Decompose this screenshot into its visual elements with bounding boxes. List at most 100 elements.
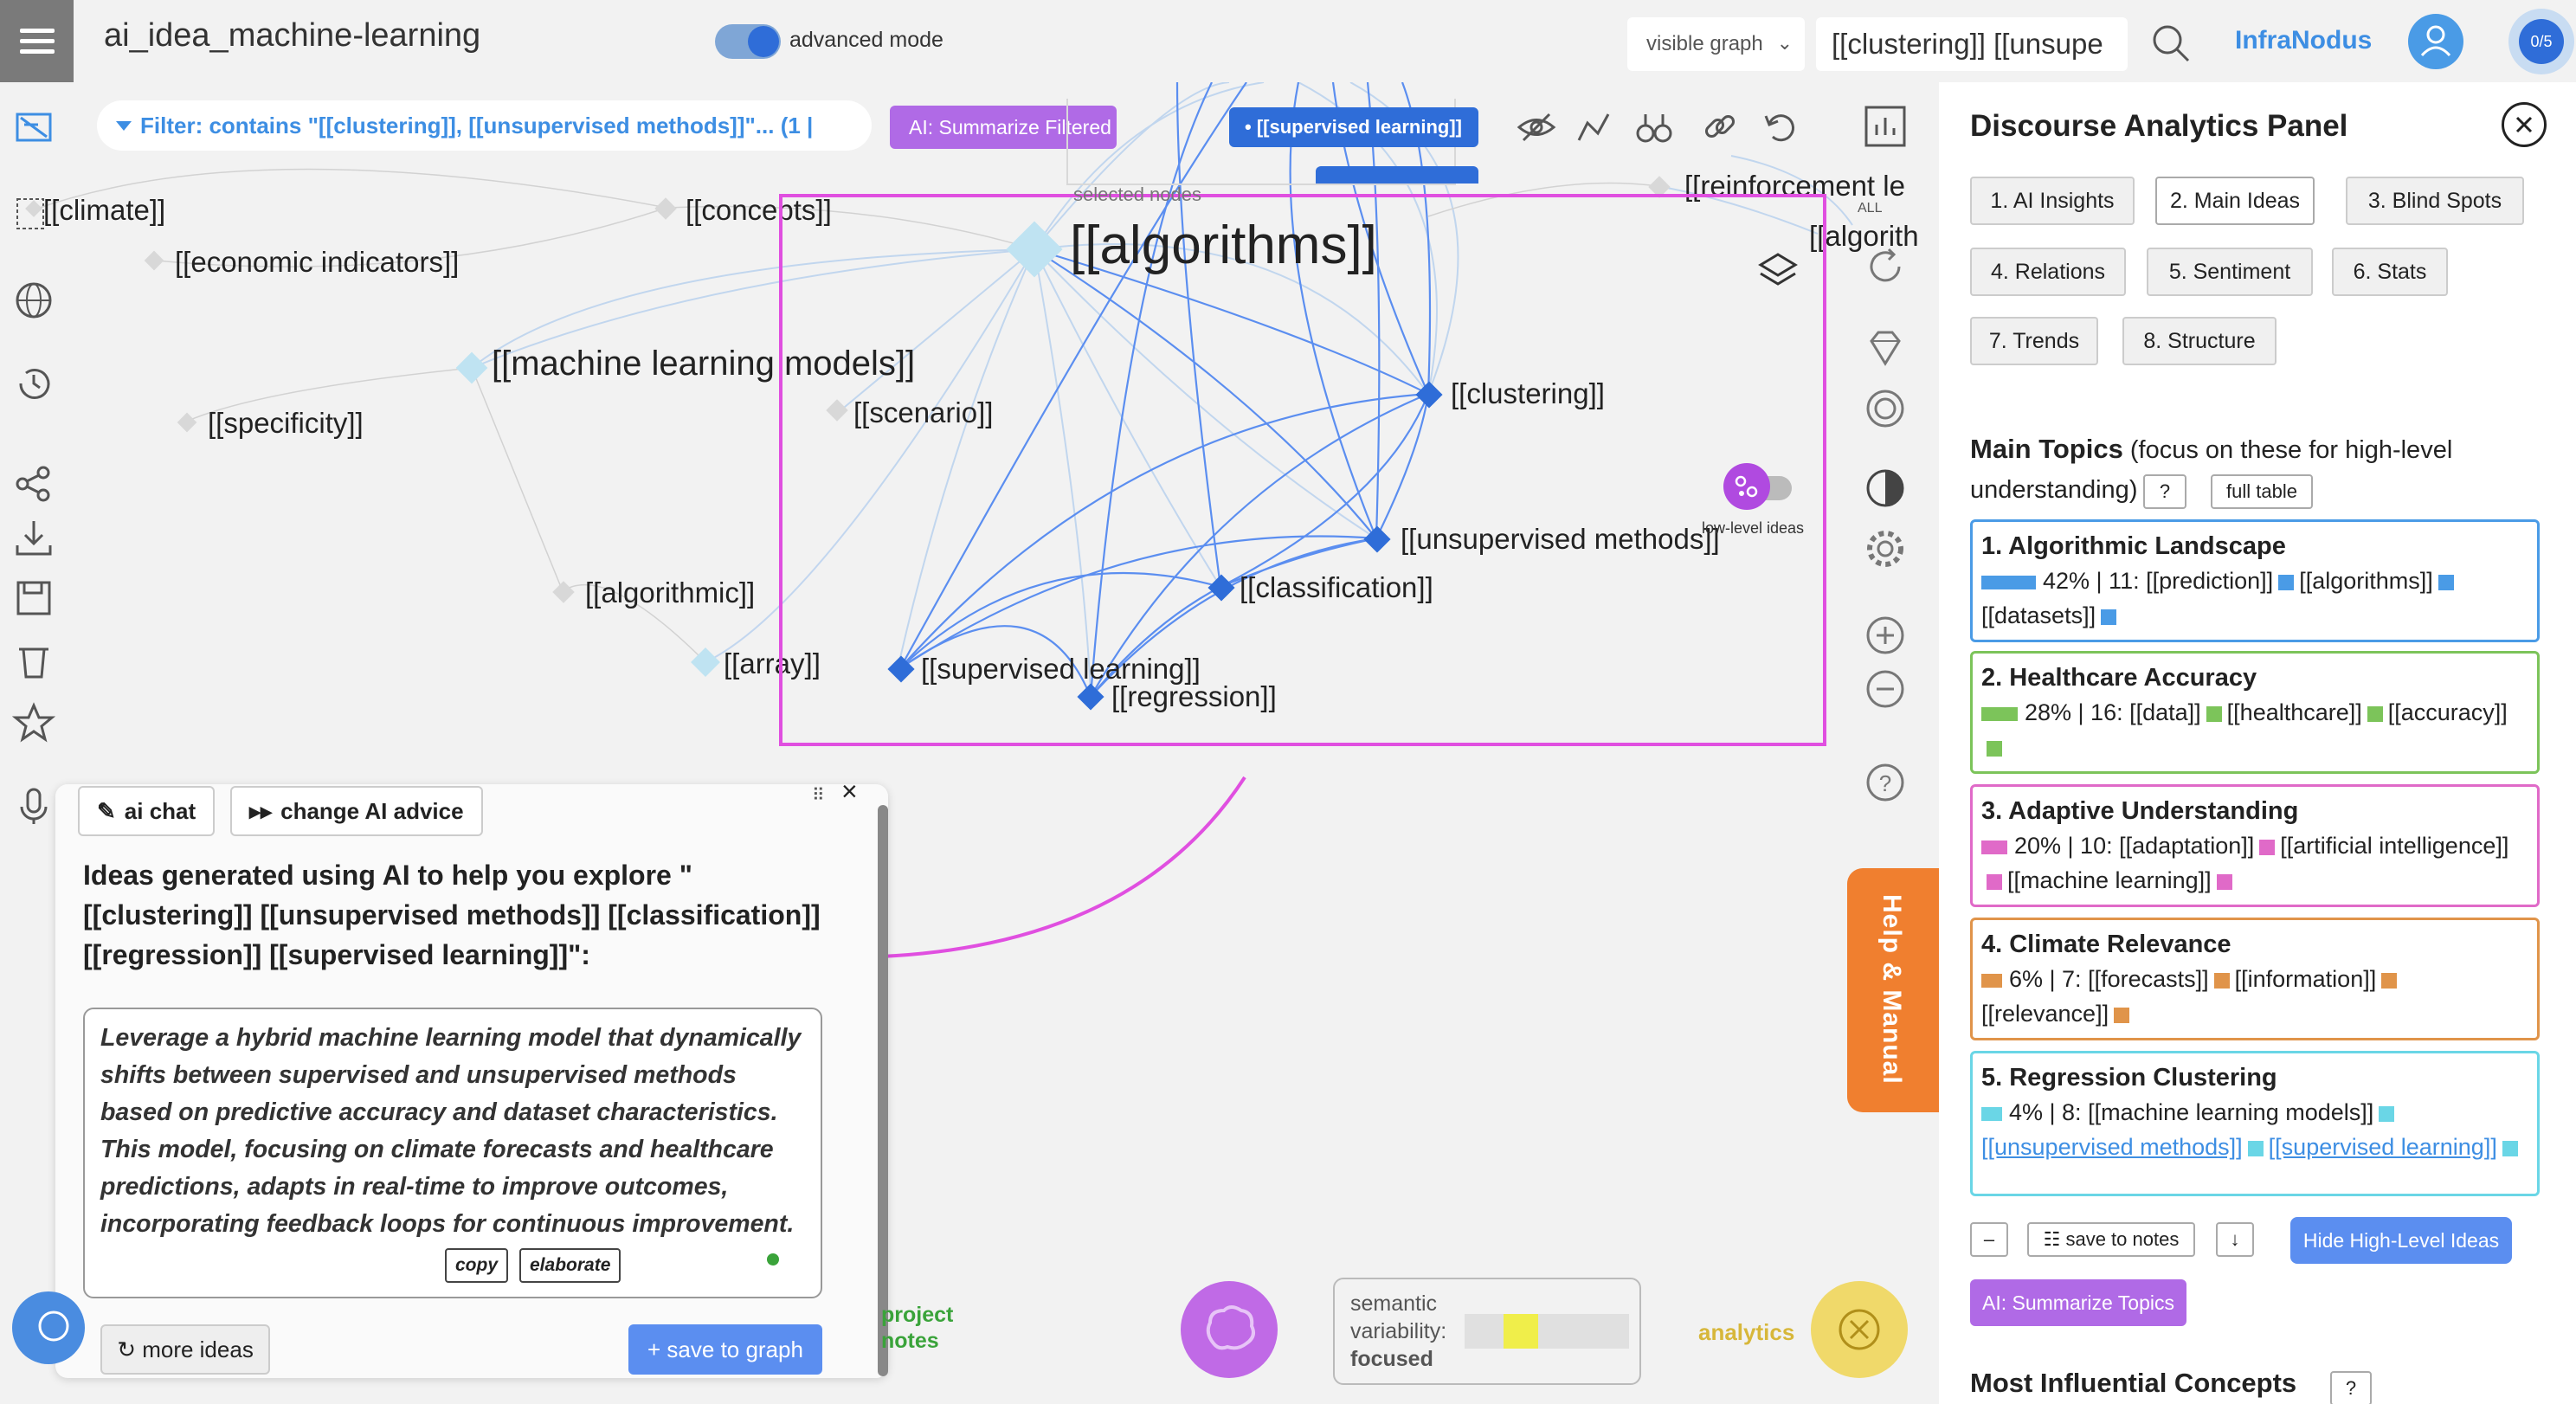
topic-color-square [2438,574,2454,590]
node-climate[interactable]: [[climate]] [43,194,165,227]
topic-card[interactable]: 5. Regression Clustering 4% | 8: [[machin… [1970,1051,2540,1196]
binoculars-icon[interactable] [1633,106,1676,149]
selection-rectangle[interactable] [779,194,1826,746]
settings-gear-icon[interactable] [1861,525,1909,573]
more-ideas-button[interactable]: ↻ more ideas [100,1324,270,1375]
node-specificity[interactable]: [[specificity]] [208,407,364,440]
topic-term[interactable]: [[datasets]] [1981,602,2096,628]
chat-fab-button[interactable] [12,1291,85,1364]
topic-term[interactable]: [[prediction]] [2146,568,2273,594]
tab-sentiment[interactable]: 5. Sentiment [2147,248,2313,296]
topic-term[interactable]: [[forecasts]] [2088,966,2209,992]
tab-ai-insights[interactable]: 1. AI Insights [1970,177,2135,225]
topic-stats: 20% | 10: [2014,833,2113,859]
most-influential-help-button[interactable]: ? [2330,1371,2372,1404]
tab-trends[interactable]: 7. Trends [1970,317,2098,365]
copy-button[interactable]: copy [445,1248,509,1283]
ai-chat-button[interactable]: ✎ ai chat [78,786,216,836]
full-table-button[interactable]: full table [2211,474,2313,509]
download-topics-button[interactable]: ↓ [2216,1222,2254,1257]
help-manual-tab[interactable]: Help & Manual [1847,868,1939,1112]
graph-title[interactable]: ai_idea_machine-learning [104,17,480,55]
selected-node-pill-2[interactable] [1316,166,1478,184]
topic-term[interactable]: [[data]] [2129,699,2201,725]
credits-counter[interactable]: 0/5 [2508,9,2574,74]
topic-term[interactable]: [[information]] [2235,966,2377,992]
analytics-close-button[interactable] [1811,1281,1908,1378]
save-to-graph-button[interactable]: + save to graph [628,1324,822,1375]
undo-icon[interactable] [1759,106,1802,149]
pencil-icon: ✎ [97,797,116,824]
topic-term[interactable]: [[artificial intelligence]] [2280,833,2508,859]
change-ai-advice-button[interactable]: ▸▸ change AI advice [230,786,483,836]
tab-structure[interactable]: 8. Structure [2122,317,2277,365]
topic-term[interactable]: [[relevance]] [1981,1001,2109,1027]
project-notes-link[interactable]: project notes [881,1302,959,1354]
path-icon[interactable] [1572,106,1615,149]
topic-color-square [1987,740,2002,757]
topic-term[interactable]: [[supervised learning]] [2269,1134,2497,1160]
topic-card[interactable]: 3. Adaptive Understanding 20% | 10: [[ada… [1970,784,2540,907]
topic-color-square [2278,574,2295,590]
panel-close-button[interactable] [2502,102,2547,147]
node-algorithmic[interactable]: [[algorithmic]] [585,576,755,609]
topic-term[interactable]: [[unsupervised methods]] [1981,1134,2243,1160]
user-avatar[interactable] [2408,14,2463,69]
visible-graph-value: visible graph [1646,32,1763,55]
ai-summarize-topics-button[interactable]: AI: Summarize Topics [1970,1279,2186,1326]
menu-button[interactable] [0,0,74,82]
close-icon[interactable]: × [841,776,858,808]
close-circle-icon [1839,1309,1880,1350]
selected-node-pill[interactable]: • [[supervised learning]] [1229,107,1478,147]
tab-relations[interactable]: 4. Relations [1970,248,2126,296]
filter-pill[interactable]: Filter: contains "[[clustering]], [[unsu… [97,100,872,151]
refresh-icon[interactable] [1861,242,1909,291]
drag-handle-icon[interactable]: ⠿ [812,784,825,806]
topic-share-bar [1981,1106,2002,1121]
elaborate-button[interactable]: elaborate [519,1248,621,1283]
save-to-notes-button[interactable]: ☷ save to notes [2027,1222,2195,1257]
search-input[interactable]: [[clustering]] [[unsupe [1816,17,2128,71]
credits-value: 0/5 [2519,19,2564,64]
topic-title: 4. Climate Relevance [1981,931,2231,958]
topic-card[interactable]: 1. Algorithmic Landscape 42% | 11: [[pred… [1970,519,2540,642]
node-economic-indicators[interactable]: [[economic indicators]] [175,246,459,279]
minus-button[interactable]: – [1970,1222,2008,1257]
zoom-in-icon[interactable] [1861,611,1909,660]
topic-term[interactable]: [[machine learning]] [2007,867,2212,893]
topic-term[interactable]: [[accuracy]] [2388,699,2508,725]
tab-stats[interactable]: 6. Stats [2332,248,2448,296]
topic-card[interactable]: 2. Healthcare Accuracy 28% | 16: [[data]]… [1970,651,2540,774]
chat-scrollbar[interactable] [878,805,888,1376]
advanced-mode-toggle[interactable] [715,24,781,59]
user-icon [2420,25,2451,57]
search-icon[interactable] [2147,19,2195,68]
topic-body: 6% | 7: [[forecasts]] [[information]] [[re… [1981,962,2528,1031]
layers-icon[interactable] [1754,248,1802,296]
topic-term[interactable]: [[algorithms]] [2299,568,2433,594]
main-topics-help-button[interactable]: ? [2143,474,2186,509]
semantic-variability-bar[interactable] [1465,1314,1629,1349]
topic-share-bar [1981,575,2036,589]
topic-term[interactable]: [[adaptation]] [2119,833,2254,859]
tab-blind-spots[interactable]: 3. Blind Spots [2346,177,2524,225]
topic-card[interactable]: 4. Climate Relevance 6% | 7: [[forecasts]… [1970,918,2540,1040]
chart-icon[interactable] [1861,102,1909,151]
low-level-ideas-toggle[interactable] [1717,462,1797,511]
ai-brain-button[interactable] [1181,1281,1278,1378]
brand-logo[interactable]: InfraNodus [2235,26,2372,55]
link-icon[interactable] [1698,106,1742,149]
topic-term[interactable]: [[healthcare]] [2227,699,2362,725]
topic-term[interactable]: [[machine learning models]] [2088,1099,2373,1125]
zoom-out-icon[interactable] [1861,665,1909,713]
tab-main-ideas[interactable]: 2. Main Ideas [2155,177,2315,225]
diamond-icon[interactable] [1861,324,1909,372]
hide-icon[interactable] [1515,106,1558,149]
help-circle-icon[interactable]: ? [1861,758,1909,807]
topic-stats: 42% | 11: [2043,568,2140,594]
contrast-icon[interactable] [1861,464,1909,512]
target-icon[interactable] [1861,384,1909,433]
topic-color-square [2502,1140,2518,1156]
visible-graph-select[interactable]: visible graph ⌄ [1627,17,1805,71]
hide-high-level-ideas-button[interactable]: Hide High-Level Ideas [2290,1217,2512,1264]
